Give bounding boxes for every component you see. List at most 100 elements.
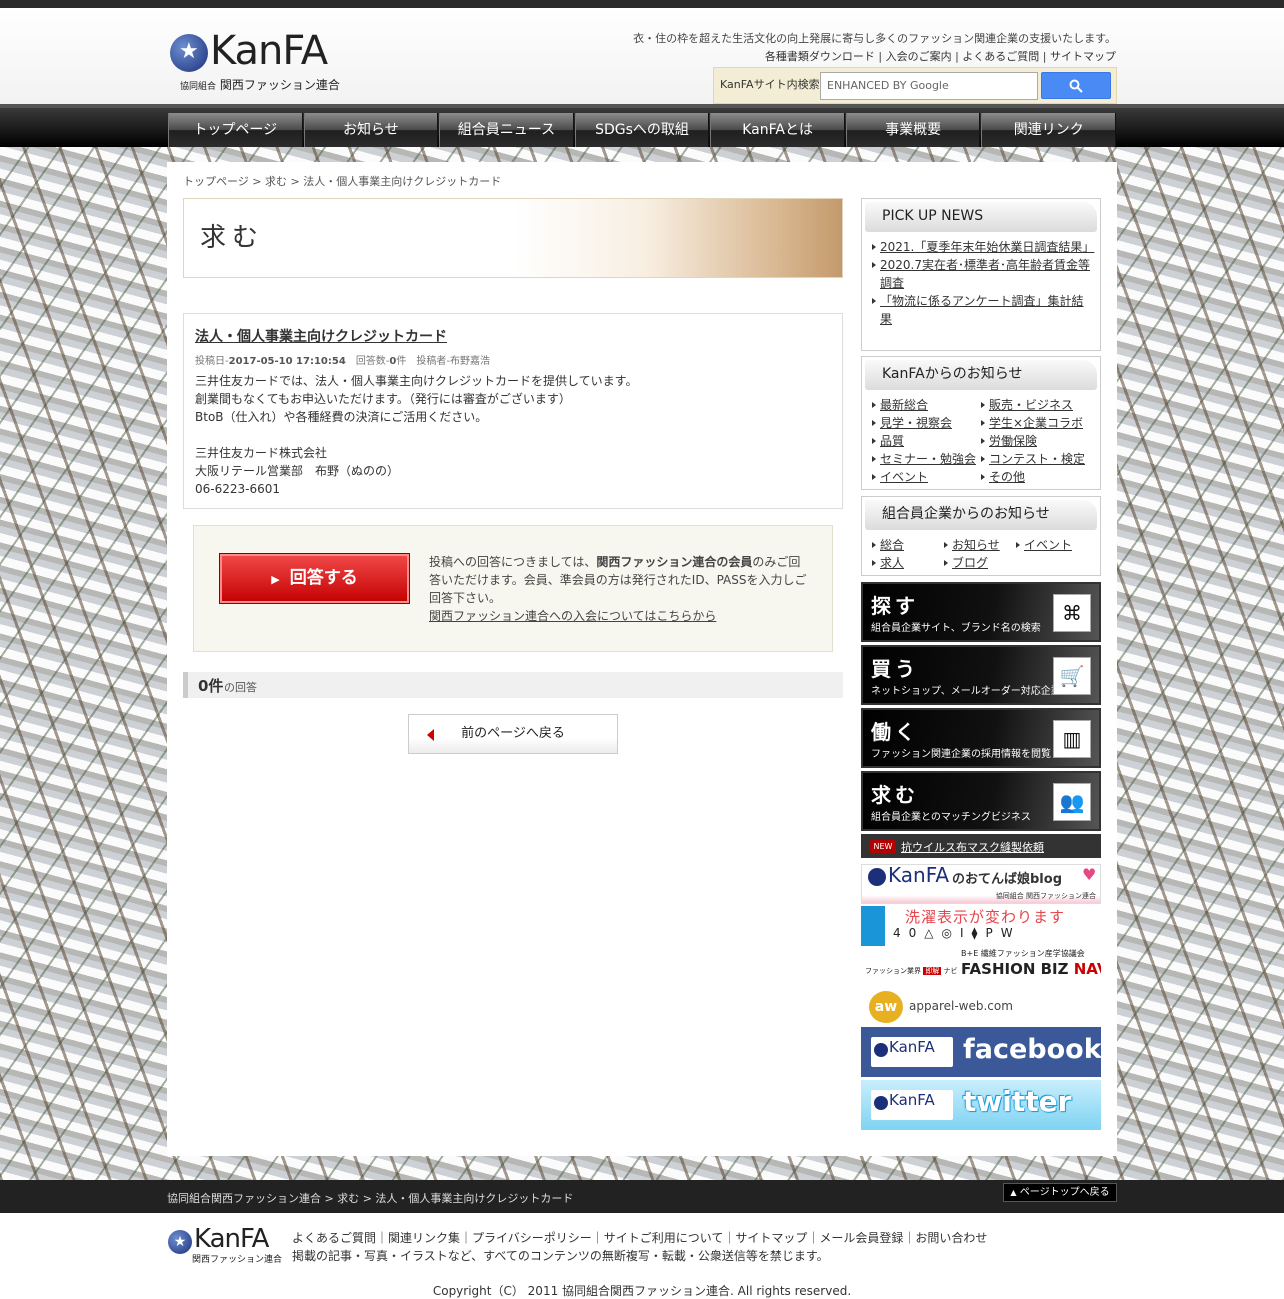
play-arrow-icon: ▶ xyxy=(271,573,280,586)
pickup-item[interactable]: 2020.7実在者･標準者･高年齢者賃金等調査 xyxy=(872,256,1092,292)
link-downloads[interactable]: 各種書類ダウンロード xyxy=(765,50,875,63)
heart-icon: ♥ xyxy=(1082,865,1097,884)
answer-count-label: の回答 xyxy=(224,681,257,694)
tagline: 衣・住の枠を超えた生活文化の向上発展に寄与し多くのファッション関連企業の支援いた… xyxy=(633,32,1116,45)
new-badge: NEW xyxy=(870,840,896,853)
pickup-item[interactable]: 2021.「夏季年末年始休業日調査結果」 xyxy=(872,238,1094,256)
kanfa-news-item[interactable]: イベント xyxy=(872,468,981,486)
nav-business[interactable]: 事業概要 xyxy=(845,113,981,147)
page-top-button[interactable]: ▲ ページトップへ戻る xyxy=(1003,1183,1117,1202)
search-label: KanFAサイト内検索 xyxy=(720,78,820,91)
kanfa-news-item[interactable]: 学生×企業コラボ xyxy=(981,414,1091,432)
member-news-item[interactable]: イベント xyxy=(1016,536,1096,554)
member-news-item[interactable]: 求人 xyxy=(872,554,944,572)
join-link[interactable]: 関西ファッション連合への入会についてはこちらから xyxy=(429,609,716,623)
back-button[interactable]: 前のページへ戻る xyxy=(408,714,618,754)
pickup-news-box: PICK UP NEWS 2021.「夏季年末年始休業日調査結果」 2020.7… xyxy=(861,198,1101,351)
logo-text: KanFA xyxy=(210,28,328,74)
wash-label-banner[interactable]: 洗濯表示が変わります 40△◎Ⅰ⧫PW xyxy=(861,906,1101,946)
kanfa-news-item[interactable]: 見学・視察会 xyxy=(872,414,981,432)
search-input[interactable]: ENHANCED BY Google xyxy=(820,72,1038,100)
kanfa-news-item[interactable]: 品質 xyxy=(872,432,981,450)
kanfa-news-item[interactable]: コンテスト・検定 xyxy=(981,450,1091,468)
search-button[interactable] xyxy=(1041,72,1111,99)
nav-news[interactable]: お知らせ xyxy=(303,113,439,147)
footer-links[interactable]: よくあるご質問｜関連リンク集｜プライバシーポリシー｜サイトご利用について｜サイト… xyxy=(292,1229,987,1246)
post-date: 2017-05-10 17:10:54 xyxy=(228,356,346,367)
footer-note: 掲載の記事・写真・イラストなど、すべてのコンテンツの無断複写・転載・公衆送信等を… xyxy=(292,1249,829,1263)
binoculars-icon: ⌘ xyxy=(1053,594,1091,632)
nav-about[interactable]: KanFAとは xyxy=(710,113,845,147)
link-faq[interactable]: よくあるご質問 xyxy=(962,50,1039,63)
breadcrumb-motomu[interactable]: 求む xyxy=(265,175,287,188)
kanfa-logo-icon xyxy=(874,1096,888,1110)
answer-button[interactable]: ▶ 回答する xyxy=(219,553,410,604)
building-icon: ▥ xyxy=(1053,720,1091,758)
footer-bar: 協同組合関西ファッション連合 > 求む > 法人・個人事業主向けクレジットカード… xyxy=(0,1180,1284,1213)
kanfa-news-box: KanFAからのお知らせ 最新総合 販売・ビジネス 見学・視察会 学生×企業コラ… xyxy=(861,356,1101,490)
fashion-biz-navi-banner[interactable]: B+E 繊維ファッション産学協議会 ファッション業界 即解 ナビ FASHION… xyxy=(861,948,1101,988)
main-nav: トップページ お知らせ 組合員ニュース SDGsへの取組 KanFAとは 事業概… xyxy=(0,104,1284,147)
post-card: 法人・個人事業主向けクレジットカード 投稿日-2017-05-10 17:10:… xyxy=(183,313,843,509)
logo-mark-icon: ★ xyxy=(170,34,208,72)
post-title[interactable]: 法人・個人事業主向けクレジットカード xyxy=(195,326,447,346)
member-news-box: 組合員企業からのお知らせ 総合 お知らせ イベント 求人 ブログ xyxy=(861,496,1101,576)
footer-logo[interactable]: ★ KanFA 関西ファッション連合 xyxy=(168,1224,282,1268)
breadcrumb: トップページ > 求む > 法人・個人事業主向けクレジットカード xyxy=(183,175,502,188)
page-banner: 求む xyxy=(183,198,843,278)
pickup-item[interactable]: 「物流に係るアンケート調査」集計結果 xyxy=(872,292,1092,328)
kanfa-news-item[interactable]: その他 xyxy=(981,468,1091,486)
nav-links[interactable]: 関連リンク xyxy=(981,113,1117,147)
header-links: 各種書類ダウンロード | 入会のご案内 | よくあるご質問 | サイトマップ xyxy=(764,50,1116,63)
search-companies-button[interactable]: 探す 組合員企業サイト、ブランド名の検索 ⌘ xyxy=(861,582,1101,642)
member-news-item[interactable]: 総合 xyxy=(872,536,944,554)
blog-banner[interactable]: KanFA のおてんば娘blog ♥ 協同組合 関西ファッション連合 xyxy=(861,864,1101,904)
up-arrow-icon: ▲ xyxy=(1010,1188,1017,1197)
apparel-web-banner[interactable]: aw apparel-web.com xyxy=(861,990,1101,1024)
answer-count-bar: 0件 の回答 xyxy=(183,672,843,698)
logo-subtitle: 協同組合 関西ファッション連合 xyxy=(180,78,340,92)
kanfa-news-item[interactable]: 最新総合 xyxy=(872,396,981,414)
post-meta: 投稿日-2017-05-10 17:10:54 回答数-0件 投稿者-布野嘉浩 xyxy=(195,356,490,367)
breadcrumb-top[interactable]: トップページ xyxy=(183,175,249,188)
kanfa-news-item[interactable]: 販売・ビジネス xyxy=(981,396,1091,414)
kanfa-news-item[interactable]: 労働保険 xyxy=(981,432,1091,450)
matching-button[interactable]: 求む 組合員企業とのマッチングビジネス 👥 xyxy=(861,771,1101,831)
main-content: トップページ > 求む > 法人・個人事業主向けクレジットカード 求む 法人・個… xyxy=(167,162,1117,1156)
jobs-button[interactable]: 働く ファッション関連企業の採用情報を閲覧 ▥ xyxy=(861,708,1101,768)
back-arrow-icon xyxy=(427,729,434,741)
link-join[interactable]: 入会のご案内 xyxy=(886,50,952,63)
post-body: 三井住友カードでは、法人・個人事業主向けクレジットカードを提供しています。 創業… xyxy=(195,374,638,496)
people-icon: 👥 xyxy=(1053,783,1091,821)
site-logo[interactable]: ★ KanFA 協同組合 関西ファッション連合 xyxy=(170,28,340,92)
facebook-banner[interactable]: KanFA facebook xyxy=(861,1027,1101,1077)
apparel-web-logo-icon: aw xyxy=(869,991,903,1023)
nav-sdgs[interactable]: SDGsへの取組 xyxy=(574,113,710,147)
facebook-icon: facebook xyxy=(963,1034,1101,1065)
top-strip xyxy=(0,0,1284,8)
page-title: 求む xyxy=(200,223,265,253)
kanfa-news-title: KanFAからのお知らせ xyxy=(865,360,1097,390)
new-notice-link[interactable]: 抗ウイルス布マスク縫製依頼 xyxy=(901,839,1044,855)
answer-box: ▶ 回答する 投稿への回答につきましては、関西ファッション連合の会員のみご回答いた… xyxy=(193,525,833,652)
post-author: 布野嘉浩 xyxy=(450,356,490,367)
logo-mark-icon: ★ xyxy=(168,1230,192,1254)
nav-member-news[interactable]: 組合員ニュース xyxy=(439,113,574,147)
site-header: ★ KanFA 協同組合 関西ファッション連合 衣・住の枠を超えた生活文化の向上… xyxy=(0,8,1284,105)
kanfa-news-item[interactable]: セミナー・勉強会 xyxy=(872,450,981,468)
kanfa-logo-icon xyxy=(874,1043,888,1057)
kanfa-logo-icon xyxy=(868,868,886,886)
laundry-symbols-icon: 40△◎Ⅰ⧫PW xyxy=(893,926,1021,940)
answer-count: 0件 xyxy=(198,677,224,695)
new-notice: NEW 抗ウイルス布マスク縫製依頼 xyxy=(861,834,1101,858)
nav-top[interactable]: トップページ xyxy=(168,113,303,147)
site-search: KanFAサイト内検索 ENHANCED BY Google xyxy=(713,67,1117,104)
twitter-banner[interactable]: KanFA twitter xyxy=(861,1080,1101,1130)
shop-button[interactable]: 買う ネットショップ、メールオーダー対応企業 🛒 xyxy=(861,645,1101,705)
member-news-item[interactable]: ブログ xyxy=(944,554,1016,572)
link-sitemap[interactable]: サイトマップ xyxy=(1050,50,1116,63)
footer-breadcrumb: 協同組合関西ファッション連合 > 求む > 法人・個人事業主向けクレジットカード xyxy=(167,1192,574,1205)
twitter-icon: twitter xyxy=(963,1085,1072,1118)
member-news-item[interactable]: お知らせ xyxy=(944,536,1016,554)
member-news-title: 組合員企業からのお知らせ xyxy=(865,500,1097,530)
